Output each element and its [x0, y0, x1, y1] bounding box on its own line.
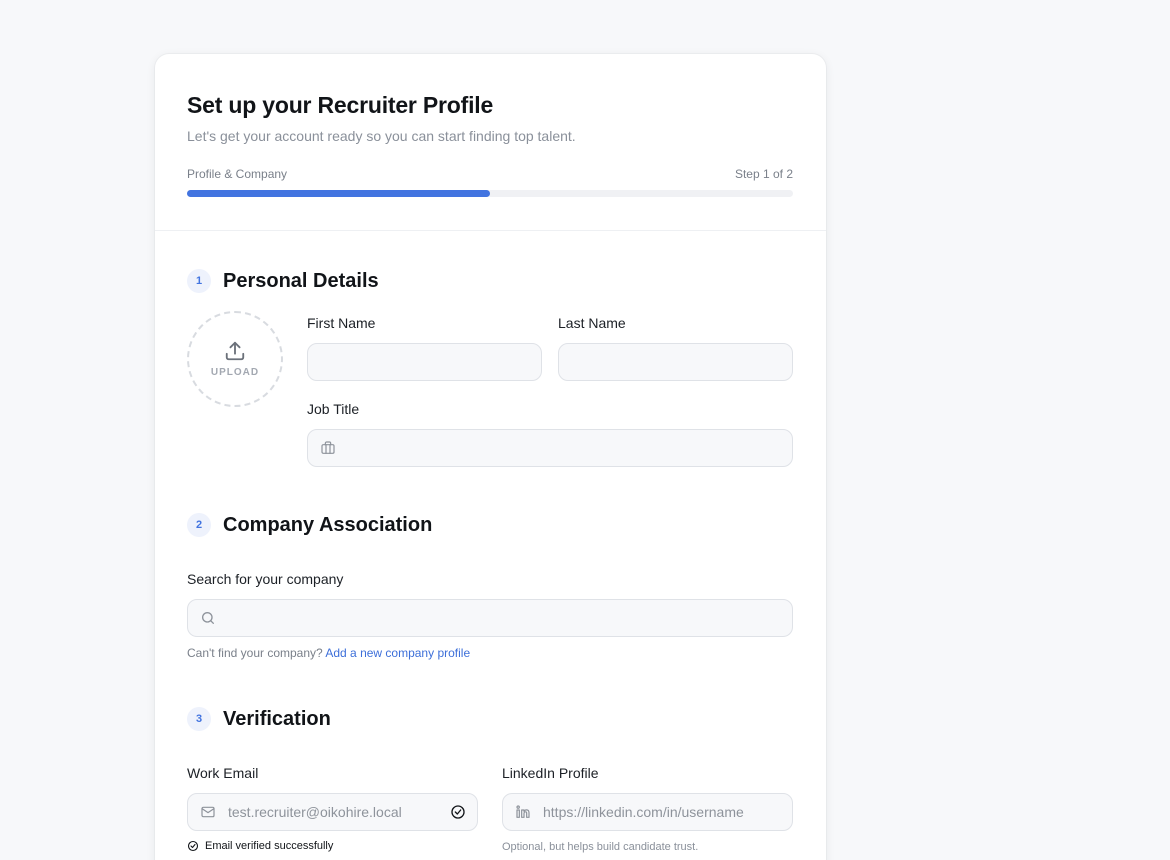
linkedin-label: LinkedIn Profile — [502, 765, 599, 781]
linkedin-placeholder: https://linkedin.com/in/username — [543, 804, 744, 820]
work-email-label: Work Email — [187, 765, 259, 781]
email-verified-status: Email verified successfully — [187, 840, 333, 852]
step-label: Profile & Company — [187, 167, 288, 181]
page-title: Set up your Recruiter Profile — [187, 92, 494, 118]
card-header: Set up your Recruiter Profile Let's get … — [155, 54, 826, 231]
work-email-input[interactable]: test.recruiter@oikohire.local — [187, 793, 478, 831]
progress-fill — [187, 190, 490, 197]
section-title-company: Company Association — [223, 514, 433, 536]
mail-icon — [201, 806, 215, 818]
search-icon — [202, 612, 214, 624]
progress-bar — [187, 190, 793, 197]
job-title-label: Job Title — [307, 401, 360, 417]
last-name-label: Last Name — [558, 315, 626, 331]
section-number-company: 2 — [187, 513, 211, 537]
first-name-input[interactable] — [307, 343, 542, 381]
section-title-personal: Personal Details — [223, 270, 379, 292]
page-subtitle: Let's get your account ready so you can … — [187, 128, 576, 144]
setup-card: Set up your Recruiter Profile Let's get … — [155, 54, 826, 860]
briefcase-icon — [321, 441, 335, 454]
avatar-upload[interactable]: UPLOAD — [187, 311, 283, 407]
linkedin-helper: Optional, but helps build candidate trus… — [502, 841, 699, 853]
company-search-label: Search for your company — [187, 571, 344, 587]
check-circle-icon — [451, 805, 465, 819]
check-circle-small-icon — [187, 840, 199, 852]
job-title-input[interactable] — [307, 429, 793, 467]
last-name-input[interactable] — [558, 343, 793, 381]
work-email-value: test.recruiter@oikohire.local — [228, 804, 402, 820]
linkedin-icon — [516, 805, 530, 818]
company-search-input[interactable] — [187, 599, 793, 637]
upload-icon — [225, 341, 245, 361]
email-verified-text: Email verified successfully — [205, 840, 334, 852]
section-number-verification: 3 — [187, 707, 211, 731]
upload-label: UPLOAD — [210, 367, 260, 378]
linkedin-input[interactable]: https://linkedin.com/in/username — [502, 793, 793, 831]
company-helper: Can't find your company? Add a new compa… — [187, 646, 470, 660]
first-name-label: First Name — [307, 315, 376, 331]
section-title-verification: Verification — [223, 708, 331, 730]
add-company-link[interactable]: Add a new company profile — [325, 646, 470, 660]
company-helper-text: Can't find your company? — [187, 646, 323, 660]
step-count: Step 1 of 2 — [734, 167, 793, 181]
section-number-personal: 1 — [187, 269, 211, 293]
